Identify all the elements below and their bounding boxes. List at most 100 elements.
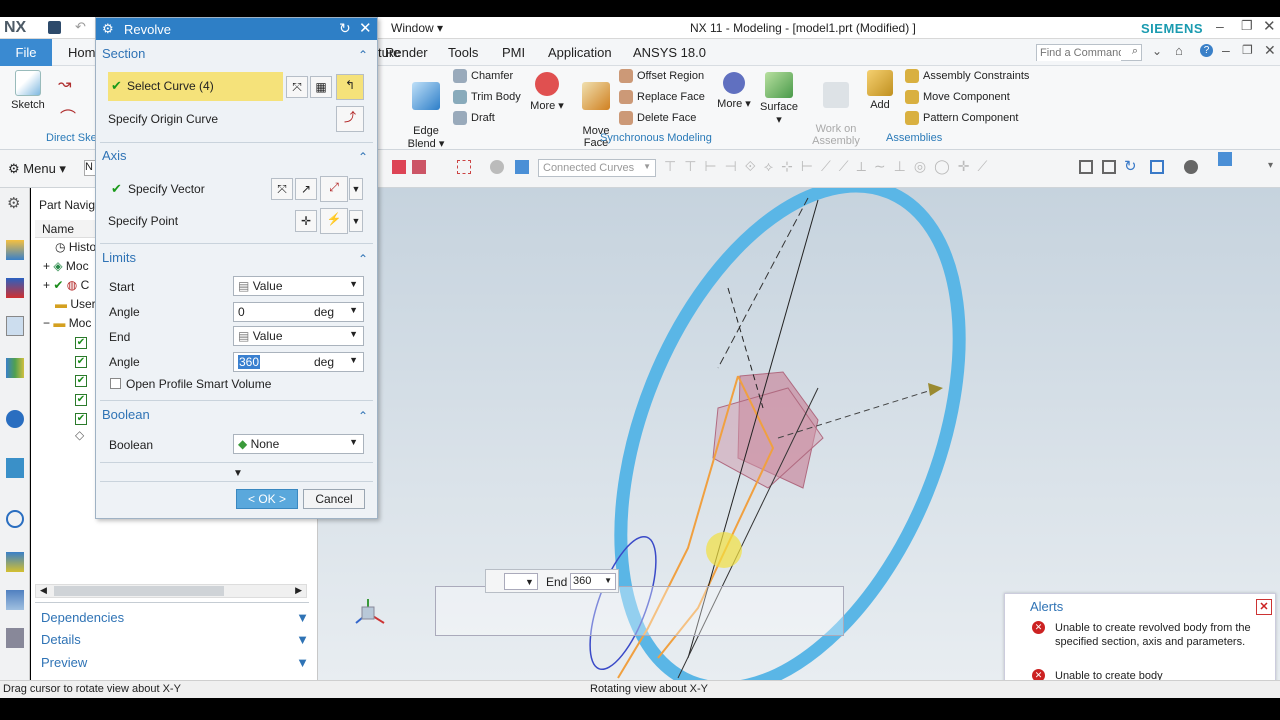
part-navigator-icon[interactable] [6, 316, 24, 336]
orient-view-icon[interactable] [1150, 160, 1164, 174]
system-materials-icon[interactable] [6, 552, 24, 572]
end-angle-field[interactable]: 360 deg ▼ [233, 352, 364, 372]
find-command-input[interactable] [1037, 45, 1121, 61]
tab-application[interactable]: Application [548, 45, 612, 60]
scroll-thumb[interactable] [54, 586, 224, 596]
display-icon[interactable] [1218, 152, 1232, 166]
trim-body-button[interactable]: Trim Body [453, 90, 521, 104]
open-profile-checkbox[interactable] [110, 378, 121, 389]
more-sync-button[interactable]: More ▾ [716, 72, 752, 110]
doc-restore-icon[interactable]: ❐ [1242, 43, 1253, 57]
sketch-section-button[interactable]: ▦ [310, 76, 332, 98]
snap-icon[interactable] [392, 160, 406, 174]
more-feature-button[interactable]: More ▾ [528, 72, 566, 112]
draft-button[interactable]: Draft [453, 111, 495, 125]
dependencies-panel[interactable]: Dependencies ▼ [41, 610, 311, 625]
preview-panel[interactable]: Preview ▼ [41, 655, 311, 670]
assembly-navigator-icon[interactable] [6, 240, 24, 260]
roles-icon[interactable] [6, 628, 24, 648]
tab-pmi[interactable]: PMI [502, 45, 525, 60]
point-dialog-button[interactable]: ✛ [295, 210, 317, 232]
point-options-dropdown[interactable]: ▼ [349, 210, 363, 232]
help-icon[interactable]: ? [1200, 44, 1213, 57]
chamfer-button[interactable]: Chamfer [453, 69, 513, 83]
inferred-vector-button[interactable]: ⤢ [320, 176, 348, 202]
vector-dialog-button[interactable]: ↗ [295, 178, 317, 200]
file-tab[interactable]: File [0, 39, 52, 66]
dialog-title-bar[interactable]: ⚙ Revolve ↻ ✕ [96, 18, 377, 40]
curve-rule-dropdown[interactable]: Connected Curves ▼ [538, 159, 656, 177]
start-limit-dropdown[interactable]: ▤ Value ▼ [233, 276, 364, 296]
delete-face-button[interactable]: Delete Face [619, 111, 696, 125]
add-component-button[interactable]: Add [864, 70, 896, 111]
surface-button[interactable]: Surface ▾ [758, 72, 800, 126]
settings-gear-icon[interactable]: ⚙ [7, 194, 20, 212]
offset-region-button[interactable]: Offset Region [619, 69, 704, 83]
edge-blend-button[interactable]: Edge Blend ▾ [402, 70, 450, 150]
pattern-component-button[interactable]: Pattern Component [905, 111, 1018, 125]
column-name[interactable]: Name [42, 222, 74, 236]
reuse-library-icon[interactable] [6, 358, 24, 378]
toolbar-overflow-icon[interactable]: ▾ [1268, 160, 1273, 171]
tree-row-cameras[interactable]: + ✔ ◍ C [43, 278, 89, 292]
select-curve-button[interactable]: ↰ [336, 74, 364, 100]
alerts-close-icon[interactable]: ✕ [1256, 599, 1272, 615]
tree-row-model-views[interactable]: + ◈ Moc [43, 259, 89, 273]
dialog-close-icon[interactable]: ✕ [359, 19, 372, 37]
dialog-gear-icon[interactable]: ⚙ [102, 21, 114, 37]
more-options-icon[interactable]: ▼ [233, 468, 243, 479]
rectangle-select-icon[interactable] [457, 160, 471, 174]
search-icon[interactable]: ⌕ [1132, 45, 1138, 58]
fit-icon[interactable] [1079, 160, 1093, 174]
curve-rule-button[interactable]: ⤧ [286, 76, 308, 98]
reset-icon[interactable]: ↻ [339, 20, 351, 37]
section-group-header[interactable]: Section ⌃ [102, 46, 372, 68]
feature-checkbox[interactable]: ✔ [75, 354, 87, 368]
details-panel[interactable]: Details ▼ [41, 632, 311, 647]
arc-icon[interactable]: ⌒ [60, 104, 76, 128]
reverse-direction-button[interactable]: ⤧ [271, 178, 293, 200]
window-menu[interactable]: Window ▾ [391, 21, 443, 35]
snap-point-icons[interactable]: ⊤⊤⊢⊣⟐⟡⊹⊢⟋⟋⟂∼⊥◎◯✛⟋ [664, 158, 995, 175]
sketch-button[interactable]: Sketch [6, 70, 50, 111]
inferred-point-button[interactable]: ⚡ [320, 208, 348, 234]
end-limit-dropdown[interactable]: ▤ Value ▼ [233, 326, 364, 346]
vector-options-dropdown[interactable]: ▼ [349, 178, 363, 200]
hd3d-icon[interactable] [6, 410, 24, 428]
tab-home[interactable]: Hom [68, 45, 95, 60]
end-type-dropdown[interactable]: ▼ [504, 573, 538, 590]
minimize-icon[interactable]: – [1216, 18, 1224, 34]
start-angle-field[interactable]: 0 deg ▼ [233, 302, 364, 322]
constraint-navigator-icon[interactable] [6, 278, 24, 298]
datum-icon[interactable]: ◇ [75, 428, 84, 442]
render-style-icon[interactable] [1184, 160, 1198, 174]
origin-curve-button[interactable]: ⤴ [336, 106, 364, 132]
save-icon[interactable] [48, 21, 61, 34]
feature-checkbox[interactable]: ✔ [75, 373, 87, 387]
restore-icon[interactable]: ❐ [1241, 18, 1253, 34]
replace-face-button[interactable]: Replace Face [619, 90, 705, 104]
menu-button[interactable]: ⚙ Menu ▾ [8, 161, 66, 177]
assembly-constraints-button[interactable]: Assembly Constraints [905, 69, 1029, 83]
doc-close-icon[interactable]: ✕ [1264, 42, 1276, 59]
feature-checkbox[interactable]: ✔ [75, 392, 87, 406]
select-curve-row[interactable]: ✔ Select Curve (4) [108, 72, 283, 101]
doc-minimize-icon[interactable]: – [1222, 42, 1230, 58]
process-studio-icon[interactable] [6, 590, 24, 610]
tab-tools[interactable]: Tools [448, 45, 478, 60]
move-component-button[interactable]: Move Component [905, 90, 1010, 104]
curve-icon[interactable]: ↝ [58, 74, 71, 94]
scroll-right-icon[interactable]: ▶ [295, 585, 302, 596]
zoom-icon[interactable] [1102, 160, 1116, 174]
tree-row-history[interactable]: ◷ Histo [55, 240, 96, 254]
rotate-icon[interactable]: ↻ [1124, 157, 1137, 175]
tab-render[interactable]: Render [385, 45, 428, 60]
boolean-group-header[interactable]: Boolean ⌃ [102, 407, 372, 429]
tree-row-model-history[interactable]: − ▬ Moc [43, 316, 91, 330]
home-icon[interactable]: ⌂ [1175, 43, 1183, 58]
onscreen-end-input[interactable]: ▼ End 360 ▼ [485, 569, 619, 593]
tree-row-user-expressions[interactable]: ▬ User [55, 297, 96, 311]
select-icon[interactable] [412, 160, 426, 174]
feature-checkbox[interactable]: ✔ [75, 411, 87, 425]
horizontal-scrollbar[interactable]: ◀ ▶ [35, 584, 307, 598]
